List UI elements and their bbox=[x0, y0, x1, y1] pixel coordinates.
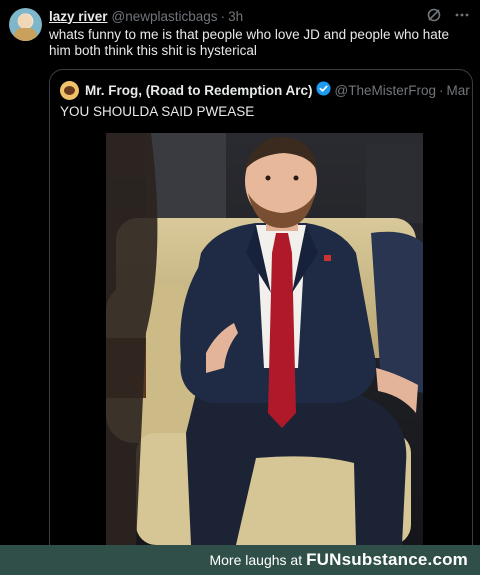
photo-illustration bbox=[106, 133, 423, 545]
quoted-photo[interactable] bbox=[106, 133, 423, 545]
quoted-avatar bbox=[60, 80, 79, 100]
grok-icon[interactable] bbox=[426, 7, 442, 23]
tweet-actions bbox=[426, 7, 470, 23]
footer-brand[interactable]: FUNsubstance.com bbox=[306, 550, 468, 570]
quoted-display-name: Mr. Frog, (Road to Redemption Arc) bbox=[85, 82, 313, 98]
quoted-header: Mr. Frog, (Road to Redemption Arc) @TheM… bbox=[60, 80, 472, 100]
tweet-header: lazy river @newplasticbags · 3h bbox=[49, 8, 243, 24]
separator: · bbox=[220, 8, 226, 24]
display-name[interactable]: lazy river bbox=[49, 9, 108, 24]
verified-badge-icon bbox=[315, 81, 331, 99]
tweet-text: whats funny to me is that people who lov… bbox=[49, 27, 450, 58]
quoted-tweet[interactable]: Mr. Frog, (Road to Redemption Arc) @TheM… bbox=[49, 69, 473, 559]
watermark-footer: More laughs at FUNsubstance.com bbox=[0, 545, 480, 575]
quoted-handle: @TheMisterFrog bbox=[334, 82, 436, 98]
quoted-date: Mar 1 bbox=[446, 82, 472, 98]
more-icon[interactable] bbox=[454, 7, 470, 23]
tweet: lazy river @newplasticbags · 3h whats fu… bbox=[0, 0, 480, 559]
user-handle[interactable]: @newplasticbags bbox=[112, 9, 218, 24]
footer-text: More laughs at bbox=[209, 552, 303, 568]
quoted-separator: · bbox=[438, 82, 444, 98]
user-avatar[interactable] bbox=[9, 8, 42, 41]
quoted-text: YOU SHOULDA SAID PWEASE bbox=[60, 104, 255, 119]
timestamp[interactable]: 3h bbox=[228, 9, 243, 24]
